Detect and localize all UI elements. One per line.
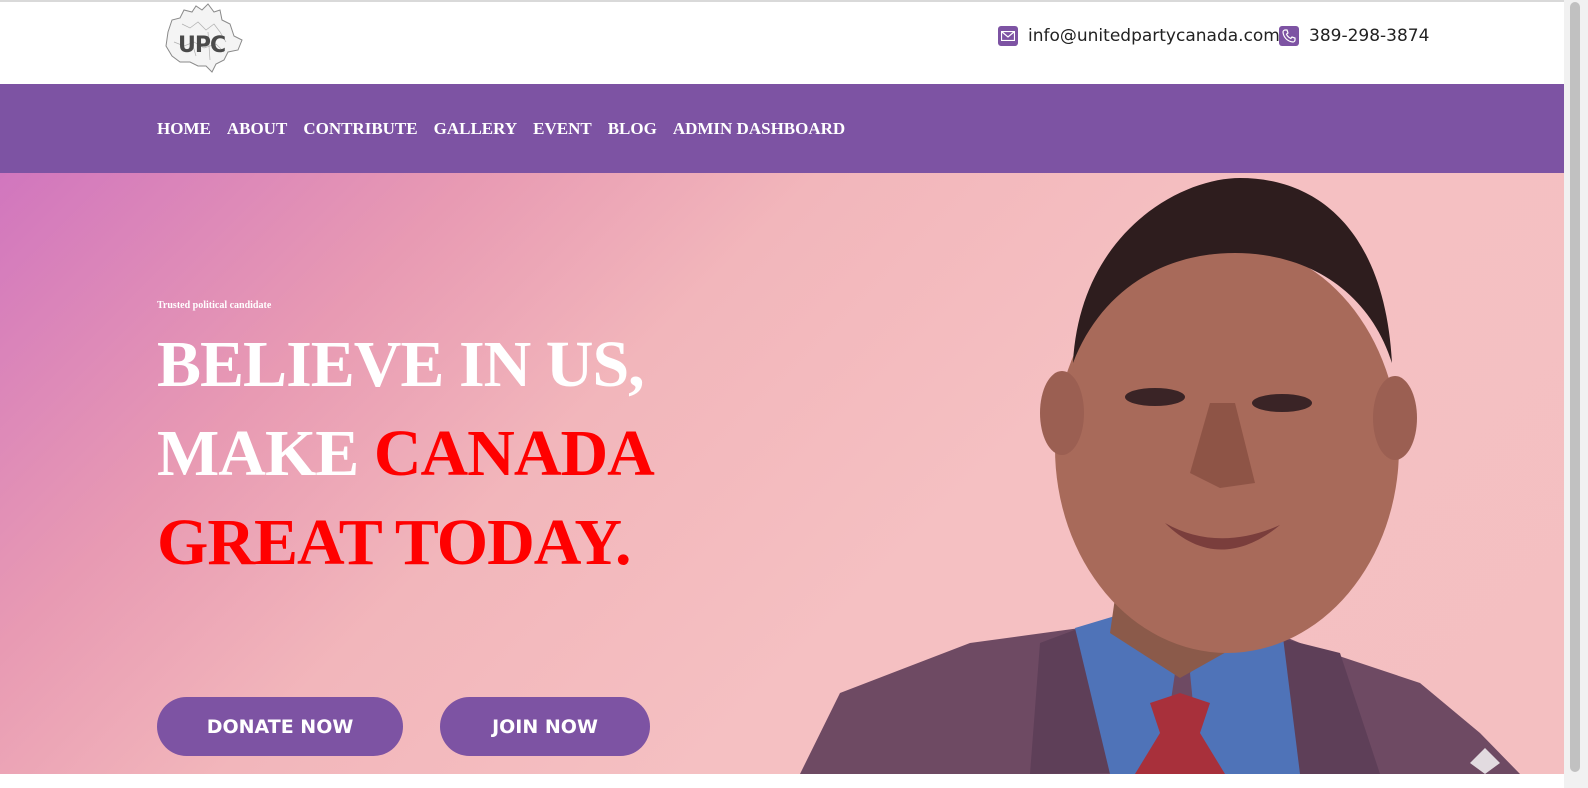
headline-line-2-white: MAKE [157, 417, 374, 490]
main-nav: HOME ABOUT CONTRIBUTE GALLERY EVENT BLOG… [0, 84, 1564, 173]
phone-link[interactable]: 389-298-3874 [1279, 26, 1429, 46]
page-bottom-strip [0, 774, 1564, 788]
phone-text: 389-298-3874 [1309, 26, 1430, 46]
hero-tagline: Trusted political candidate [157, 300, 272, 311]
email-text: info@unitedpartycanada.com [1028, 26, 1280, 46]
nav-list: HOME ABOUT CONTRIBUTE GALLERY EVENT BLOG… [157, 119, 845, 139]
hero-section: Trusted political candidate BELIEVE IN U… [0, 173, 1564, 774]
nav-item-admin-dashboard[interactable]: ADMIN DASHBOARD [673, 119, 845, 138]
nav-item-about[interactable]: ABOUT [227, 119, 287, 138]
envelope-icon [998, 26, 1018, 46]
hero-headline: BELIEVE IN US, MAKE CANADA GREAT TODAY. [157, 320, 655, 587]
nav-item-contribute[interactable]: CONTRIBUTE [303, 119, 417, 138]
vertical-scrollbar[interactable] [1564, 0, 1588, 788]
headline-line-2-red: CANADA [373, 417, 655, 490]
email-link[interactable]: info@unitedpartycanada.com [998, 26, 1280, 46]
nav-item-home[interactable]: HOME [157, 119, 211, 138]
join-now-button[interactable]: JOIN NOW [440, 697, 650, 756]
phone-icon [1279, 26, 1299, 46]
headline-line-1: BELIEVE IN US, [157, 328, 645, 401]
site-logo[interactable]: UPC [160, 2, 248, 74]
nav-item-event[interactable]: EVENT [533, 119, 592, 138]
donate-now-button[interactable]: DONATE NOW [157, 697, 403, 756]
headline-line-3: GREAT TODAY. [157, 506, 631, 579]
site-header: UPC info@unitedpartycanada.com 389-298-3… [0, 2, 1564, 84]
nav-item-gallery[interactable]: GALLERY [434, 119, 517, 138]
nav-item-blog[interactable]: BLOG [608, 119, 657, 138]
scrollbar-thumb[interactable] [1570, 2, 1580, 772]
candidate-portrait [800, 178, 1520, 774]
logo-text: UPC [178, 33, 226, 58]
